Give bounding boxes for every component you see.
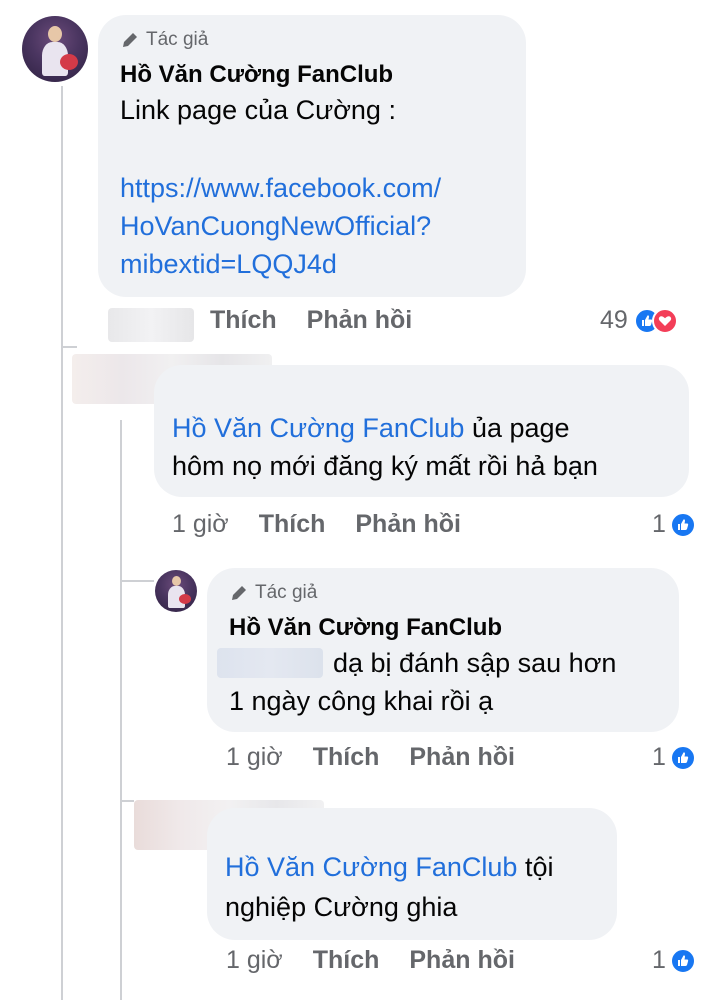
thread-line-curve-1 xyxy=(61,346,77,348)
author-reply-actions: 1 giờ Thích Phản hồi xyxy=(226,743,515,772)
like-button[interactable]: Thích xyxy=(259,510,326,539)
author-avatar[interactable] xyxy=(155,570,197,612)
reaction-count: 1 xyxy=(652,743,666,771)
reply-text-line-2: hôm nọ mới đăng ký mất rồi hả bạn xyxy=(172,451,598,481)
reaction-count: 1 xyxy=(652,510,666,538)
reply-actions: 1 giờ Thích Phản hồi xyxy=(226,946,515,975)
reply-bubble: Hồ Văn Cường FanClub ủa page hôm nọ mới … xyxy=(154,365,689,497)
reply-time[interactable]: 1 giờ xyxy=(226,946,283,975)
comment-bubble: Tác giả Hồ Văn Cường FanClub Link page c… xyxy=(98,15,526,297)
comment-text: Link page của Cường : xyxy=(120,95,396,125)
author-reply-bubble: Tác giả Hồ Văn Cường FanClub dạ bị đánh … xyxy=(207,568,679,732)
avatar-flowers xyxy=(60,54,78,70)
comment-link-line-2[interactable]: HoVanCuongNewOfficial? xyxy=(120,211,431,242)
avatar-head xyxy=(48,26,62,42)
reply-time[interactable]: 1 giờ xyxy=(226,743,283,772)
pencil-icon xyxy=(123,33,137,47)
reaction-count: 1 xyxy=(652,946,666,974)
reaction-summary[interactable]: 1 xyxy=(652,510,696,539)
redacted-time xyxy=(108,308,194,342)
avatar-head xyxy=(172,576,181,586)
comment-author-name[interactable]: Hồ Văn Cường FanClub xyxy=(229,614,502,642)
reaction-summary[interactable]: 49 xyxy=(600,306,678,335)
author-badge-label: Tác giả xyxy=(146,29,209,50)
reply-button[interactable]: Phản hồi xyxy=(409,743,515,772)
comment-link-line-1[interactable]: https://www.facebook.com/ xyxy=(120,173,441,204)
love-icon xyxy=(651,307,678,334)
reaction-summary[interactable]: 1 xyxy=(652,743,696,772)
author-badge: Tác giả xyxy=(120,29,208,51)
thread-line-curve-3 xyxy=(120,800,134,802)
redacted-mention xyxy=(217,648,323,678)
like-icon xyxy=(669,744,696,771)
reply-time[interactable]: 1 giờ xyxy=(172,510,229,539)
reply-text-line-1: Hồ Văn Cường FanClub ủa page xyxy=(172,413,570,444)
reply-button[interactable]: Phản hồi xyxy=(409,946,515,975)
author-badge: Tác giả xyxy=(229,582,317,604)
thread-line-main xyxy=(61,86,63,1000)
reply-text-part: tội xyxy=(517,852,554,882)
reply-actions: 1 giờ Thích Phản hồi xyxy=(172,510,461,539)
author-avatar[interactable] xyxy=(22,16,88,82)
reply-text-part: ủa page xyxy=(464,413,570,443)
reply-text-line-1: Hồ Văn Cường FanClub tội xyxy=(225,852,553,883)
reply-text-line-2: nghiệp Cường ghia xyxy=(225,892,458,922)
like-button[interactable]: Thích xyxy=(313,743,380,772)
mention-link[interactable]: Hồ Văn Cường FanClub xyxy=(225,852,517,882)
thread-line-reply xyxy=(120,420,122,1000)
reply-bubble: Hồ Văn Cường FanClub tội nghiệp Cường gh… xyxy=(207,808,617,940)
comment-link-line-3[interactable]: mibextid=LQQJ4d xyxy=(120,249,337,280)
author-reply-text-line-1: dạ bị đánh sập sau hơn xyxy=(333,648,617,678)
author-badge-label: Tác giả xyxy=(255,582,318,603)
reaction-summary[interactable]: 1 xyxy=(652,946,696,975)
thread-line-curve-2 xyxy=(120,580,154,582)
reply-button[interactable]: Phản hồi xyxy=(355,510,461,539)
reaction-count: 49 xyxy=(600,306,628,334)
comment-actions: Thích Phản hồi xyxy=(210,306,412,335)
like-button[interactable]: Thích xyxy=(210,306,277,335)
comment-author-name[interactable]: Hồ Văn Cường FanClub xyxy=(120,61,393,89)
like-icon xyxy=(669,511,696,538)
avatar-flowers xyxy=(179,594,191,604)
author-reply-text-line-2: 1 ngày công khai rồi ạ xyxy=(229,686,494,716)
pencil-icon xyxy=(232,586,246,600)
mention-link[interactable]: Hồ Văn Cường FanClub xyxy=(172,413,464,443)
reply-button[interactable]: Phản hồi xyxy=(307,306,413,335)
like-icon xyxy=(669,947,696,974)
like-button[interactable]: Thích xyxy=(313,946,380,975)
